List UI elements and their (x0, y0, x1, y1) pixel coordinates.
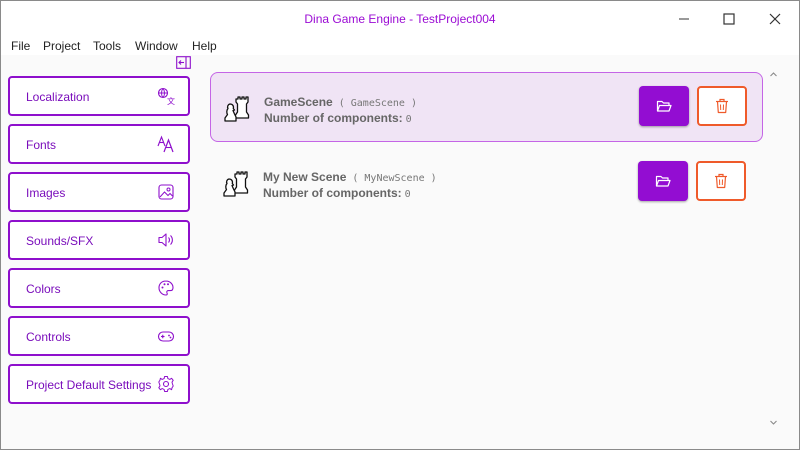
scene-title: My New Scene ( MyNewScene ) (263, 170, 437, 184)
sidebar-item-label: Controls (26, 330, 71, 344)
sidebar-item-project-default-settings[interactable]: Project Default Settings (8, 364, 190, 404)
scene-name: GameScene (264, 95, 333, 109)
maximize-button[interactable] (706, 1, 752, 37)
scene-components: Number of components: 0 (263, 186, 411, 200)
sidebar-item-sounds[interactable]: Sounds/SFX (8, 220, 190, 260)
minimize-button[interactable] (661, 1, 707, 37)
svg-text:文: 文 (167, 96, 175, 105)
panel-collapse-icon (176, 56, 191, 69)
components-label: Number of components: (263, 186, 402, 200)
close-icon (769, 13, 781, 25)
sidebar-item-localization[interactable]: Localization 文 (8, 76, 190, 116)
trash-icon (716, 98, 728, 114)
scroll-down-icon[interactable] (770, 420, 777, 425)
trash-icon (715, 173, 727, 189)
scroll-up-icon[interactable] (770, 72, 777, 77)
gamepad-icon (157, 331, 175, 342)
menu-bar: File Project Tools Window Help (1, 37, 799, 55)
sidebar-item-fonts[interactable]: Fonts (8, 124, 190, 164)
sidebar-item-label: Colors (26, 282, 61, 296)
sidebar-collapse-button[interactable] (176, 56, 191, 69)
sidebar-item-label: Project Default Settings (26, 378, 152, 392)
menu-help[interactable]: Help (192, 39, 217, 53)
folder-open-icon (655, 175, 671, 187)
open-scene-button[interactable] (639, 86, 689, 126)
gear-icon (158, 376, 174, 392)
sidebar-item-images[interactable]: Images (8, 172, 190, 212)
sidebar-item-colors[interactable]: Colors (8, 268, 190, 308)
maximize-icon (723, 13, 735, 25)
sidebar-item-label: Localization (26, 90, 90, 104)
speaker-icon (158, 233, 173, 247)
chess-pieces-icon (224, 96, 250, 122)
scene-row-gamescene[interactable]: GameScene ( GameScene ) Number of compone… (210, 72, 763, 142)
scene-name: My New Scene (263, 170, 347, 184)
components-count: 0 (405, 114, 412, 125)
delete-scene-button[interactable] (697, 86, 747, 126)
image-icon (158, 184, 174, 200)
menu-project[interactable]: Project (43, 39, 80, 53)
title-bar[interactable]: Dina Game Engine - TestProject004 (1, 1, 799, 37)
minimize-icon (679, 18, 689, 20)
palette-icon (158, 280, 174, 296)
scene-id: ( MyNewScene ) (352, 173, 437, 184)
sidebar-item-label: Fonts (26, 138, 57, 152)
components-count: 0 (404, 189, 411, 200)
app-window: Dina Game Engine - TestProject004 File P… (0, 0, 800, 450)
scene-title: GameScene ( GameScene ) (264, 95, 417, 109)
sidebar-item-controls[interactable]: Controls (8, 316, 190, 356)
font-size-icon (157, 135, 174, 153)
translate-icon: 文 (157, 87, 175, 105)
scrollbar-arrows (770, 72, 777, 425)
folder-open-icon (656, 100, 672, 112)
menu-tools[interactable]: Tools (93, 39, 121, 53)
chess-pieces-icon (223, 171, 249, 197)
delete-scene-button[interactable] (696, 161, 746, 201)
scene-id: ( GameScene ) (338, 98, 417, 109)
scrollbar[interactable] (765, 69, 782, 434)
close-button[interactable] (752, 1, 798, 37)
menu-window[interactable]: Window (135, 39, 178, 53)
sidebar-item-label: Sounds/SFX (26, 234, 94, 248)
menu-file[interactable]: File (11, 39, 30, 53)
components-label: Number of components: (264, 111, 403, 125)
open-scene-button[interactable] (638, 161, 688, 201)
sidebar-item-label: Images (26, 186, 66, 200)
scene-components: Number of components: 0 (264, 111, 412, 125)
scene-row-mynewscene[interactable]: My New Scene ( MyNewScene ) Number of com… (210, 148, 763, 218)
